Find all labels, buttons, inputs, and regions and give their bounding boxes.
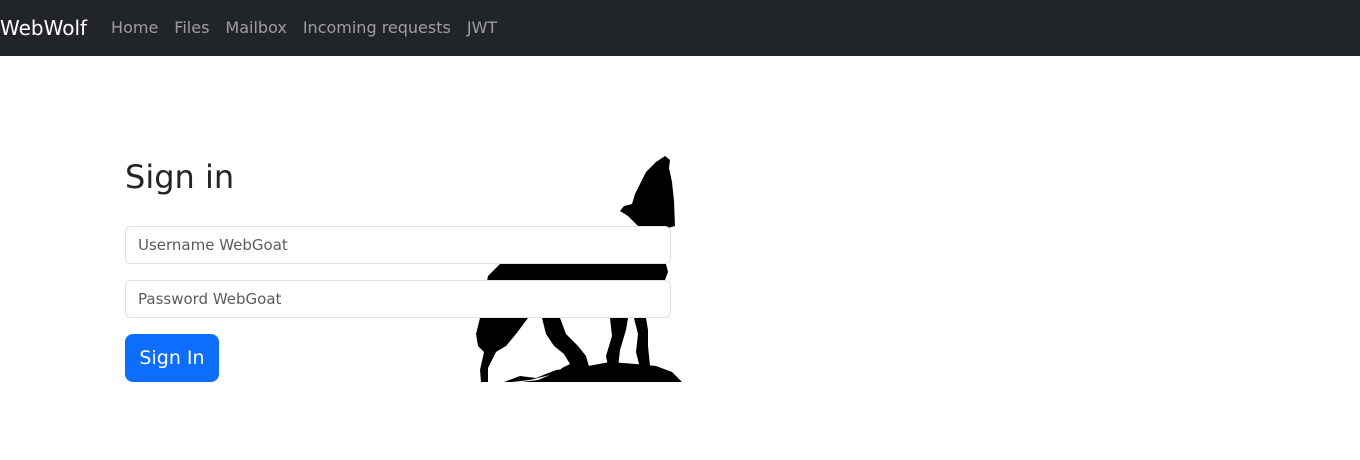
page-title: Sign in [125,158,235,196]
nav-link-incoming-requests[interactable]: Incoming requests [303,0,451,56]
brand-link[interactable]: WebWolf [0,0,87,56]
sign-in-button[interactable]: Sign In [125,334,219,382]
password-field[interactable] [125,280,671,318]
username-field[interactable] [125,226,671,264]
wolf-icon [476,156,682,382]
nav-link-files[interactable]: Files [174,0,209,56]
nav-link-jwt[interactable]: JWT [467,0,497,56]
top-navbar: WebWolf Home Files Mailbox Incoming requ… [0,0,1360,56]
nav-link-mailbox[interactable]: Mailbox [225,0,286,56]
nav-link-home[interactable]: Home [111,0,158,56]
